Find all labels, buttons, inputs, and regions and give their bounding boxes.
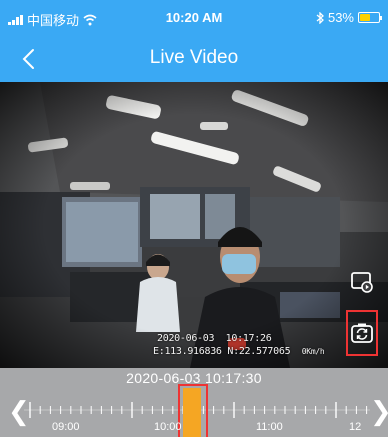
playback-button[interactable] (348, 268, 376, 296)
video-player[interactable]: 2020-06-03 10:17:26 E:113.916836 N:22.57… (0, 82, 388, 368)
video-frame (0, 82, 388, 368)
timeline-bar: 2020-06-03 10:17:30 ❮ ❯ 09:00 10:00 11:0… (0, 368, 388, 437)
overlay-lat: N:22.577065 (227, 346, 291, 357)
timeline-next-button[interactable]: ❯ (370, 398, 388, 424)
overlay-date: 2020-06-03 (157, 333, 215, 344)
bluetooth-icon (316, 11, 324, 24)
playback-icon (351, 272, 373, 293)
overlay-gps: E:113.916836 N:22.577065 0Km/h (153, 346, 325, 357)
overlay-datetime: 2020-06-03 10:17:26 (157, 333, 272, 344)
timeline-label-12: 12 (349, 421, 362, 433)
timeline-label-1000: 10:00 (154, 421, 182, 433)
timeline-label-0900: 09:00 (52, 421, 80, 433)
switch-camera-button[interactable] (346, 310, 378, 356)
status-bar: 中国移动 10:20 AM 53% (0, 0, 388, 36)
page-title: Live Video (149, 47, 239, 68)
timeline-prev-button[interactable]: ❮ (8, 398, 30, 424)
nav-bar: Live Video (0, 36, 388, 82)
overlay-speed: 0Km/h (301, 347, 325, 356)
overlay-time: 10:17:26 (225, 333, 272, 344)
overlay-lon: E:113.916836 (153, 346, 222, 357)
timeline-label-1100: 11:00 (256, 421, 283, 433)
battery-level (360, 14, 370, 21)
current-time-marker (178, 384, 208, 437)
status-right: 53% (316, 10, 382, 25)
switch-camera-icon (351, 323, 373, 343)
battery-icon (358, 12, 382, 23)
battery-percent: 53% (327, 10, 354, 25)
